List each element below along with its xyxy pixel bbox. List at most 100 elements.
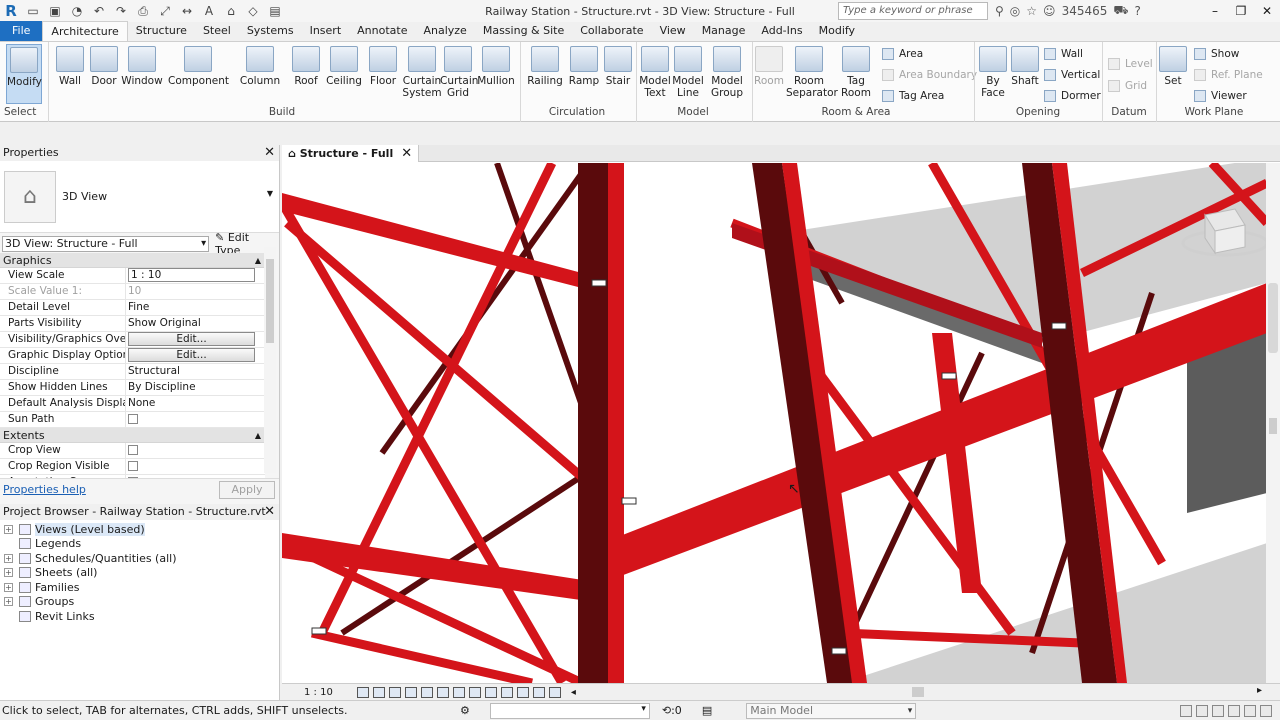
browser-item[interactable]: + Schedules/Quantities (all) — [0, 551, 279, 566]
edit-button[interactable]: Edit... — [128, 348, 255, 362]
property-checkbox[interactable] — [128, 461, 138, 471]
property-checkbox[interactable] — [128, 414, 138, 424]
sync-icon[interactable]: ◔ — [68, 2, 86, 20]
dimension-icon[interactable]: ↔ — [178, 2, 196, 20]
revit-logo-icon[interactable]: R — [0, 0, 22, 22]
render-icon[interactable] — [420, 686, 433, 698]
ceiling-button[interactable]: Ceiling — [324, 44, 364, 87]
property-value[interactable]: 10 — [128, 285, 141, 297]
ramp-button[interactable]: Ramp — [566, 44, 602, 87]
select-underlay-icon[interactable] — [1196, 704, 1208, 717]
search-input[interactable]: Type a keyword or phrase — [838, 2, 988, 20]
tab-architecture[interactable]: Architecture — [42, 21, 128, 41]
expand-icon[interactable]: + — [4, 582, 13, 592]
property-value-input[interactable]: 1 : 10 — [128, 268, 255, 282]
collapse-icon[interactable]: ▲ — [255, 253, 261, 268]
select-by-face-icon[interactable] — [1228, 704, 1240, 717]
close-views-icon[interactable]: ▤ — [266, 2, 284, 20]
show-workplane-button[interactable]: Show — [1194, 48, 1239, 60]
tab-steel[interactable]: Steel — [195, 21, 239, 41]
roof-button[interactable]: Roof — [288, 44, 324, 87]
structure-model-3d[interactable] — [282, 163, 1266, 683]
crop-view-icon[interactable] — [436, 686, 449, 698]
measure-icon[interactable]: ⤢ — [156, 2, 174, 20]
redo-icon[interactable]: ↷ — [112, 2, 130, 20]
mullion-button[interactable]: Mullion — [476, 44, 516, 87]
group-header-extents[interactable]: Extents ▲ — [0, 428, 265, 443]
tag-area-button[interactable]: Tag Area — [882, 90, 944, 102]
view-tab[interactable]: ⌂ Structure - Full ✕ — [282, 144, 420, 162]
chevron-down-icon[interactable]: ▼ — [267, 189, 273, 198]
worksets-icon[interactable]: ⚙ — [460, 704, 470, 717]
open-icon[interactable]: ▭ — [24, 2, 42, 20]
vertical-opening-button[interactable]: Vertical — [1044, 69, 1100, 81]
property-value[interactable]: Structural — [128, 365, 180, 377]
tab-structure[interactable]: Structure — [128, 21, 195, 41]
worksharing-icon[interactable] — [516, 686, 529, 698]
door-button[interactable]: Door — [88, 44, 120, 87]
property-value[interactable]: None — [128, 397, 155, 409]
undo-icon[interactable]: ↶ — [90, 2, 108, 20]
property-value[interactable]: Show Original — [128, 317, 201, 329]
select-links-icon[interactable] — [1180, 704, 1192, 717]
user-icon[interactable]: ☺ — [1043, 4, 1056, 18]
expand-icon[interactable]: + — [4, 524, 13, 534]
collapse-icon[interactable]: ▲ — [255, 428, 261, 443]
highlight-displacement-icon[interactable] — [548, 686, 561, 698]
wall-opening-button[interactable]: Wall — [1044, 48, 1083, 60]
property-value[interactable]: Fine — [128, 301, 149, 313]
analytical-model-icon[interactable] — [532, 686, 545, 698]
tag-room-button[interactable]: Tag Room — [838, 44, 874, 99]
browser-item[interactable]: + Views (Level based) — [0, 522, 279, 537]
component-button[interactable]: Component — [168, 44, 229, 87]
minimize-icon[interactable]: – — [1202, 4, 1228, 18]
area-button[interactable]: Area — [882, 48, 923, 60]
room-button[interactable]: Room — [754, 44, 784, 87]
scrollbar-thumb[interactable] — [1269, 418, 1277, 434]
expand-icon[interactable]: + — [4, 553, 13, 563]
visual-style-icon[interactable] — [372, 686, 385, 698]
scrollbar-thumb[interactable] — [266, 259, 274, 343]
close-icon[interactable]: ✕ — [264, 145, 275, 161]
tab-massing-site[interactable]: Massing & Site — [475, 21, 572, 41]
filter-icon[interactable] — [1260, 704, 1272, 717]
browser-item[interactable]: Revit Links — [0, 609, 279, 624]
curtain-system-button[interactable]: Curtain System — [402, 44, 442, 99]
tab-systems[interactable]: Systems — [239, 21, 302, 41]
select-pinned-icon[interactable] — [1212, 704, 1224, 717]
floor-button[interactable]: Floor — [364, 44, 402, 87]
favorites-icon[interactable]: ☆ — [1026, 4, 1037, 18]
column-button[interactable]: Column — [238, 44, 282, 87]
tab-insert[interactable]: Insert — [302, 21, 350, 41]
properties-scrollbar[interactable] — [264, 247, 276, 473]
model-line-button[interactable]: Model Line — [672, 44, 704, 99]
browser-item[interactable]: + Families — [0, 580, 279, 595]
room-area-panel-label[interactable]: Room & Area — [820, 106, 892, 118]
tab-add-ins[interactable]: Add-Ins — [753, 21, 810, 41]
detail-level-icon[interactable] — [356, 686, 369, 698]
horizontal-scroll-thumb[interactable] — [912, 687, 924, 697]
property-checkbox[interactable] — [128, 477, 138, 478]
stair-button[interactable]: Stair — [602, 44, 634, 87]
by-face-button[interactable]: By Face — [978, 44, 1008, 99]
tab-annotate[interactable]: Annotate — [349, 21, 415, 41]
edit-button[interactable]: Edit... — [128, 332, 255, 346]
instance-selector[interactable]: 3D View: Structure - Full — [2, 236, 210, 252]
tab-collaborate[interactable]: Collaborate — [572, 21, 651, 41]
group-header-graphics[interactable]: Graphics ▲ — [0, 253, 265, 268]
tab-view[interactable]: View — [652, 21, 694, 41]
shaft-button[interactable]: Shaft — [1010, 44, 1040, 87]
close-icon[interactable]: ✕ — [401, 146, 412, 161]
modify-button[interactable]: Modify — [6, 44, 42, 104]
help-icon[interactable]: ? — [1134, 4, 1140, 18]
view-scale[interactable]: 1 : 10 — [304, 687, 333, 698]
crop-region-icon[interactable] — [452, 686, 465, 698]
drag-elements-icon[interactable] — [1244, 704, 1256, 717]
apply-button[interactable]: Apply — [219, 480, 275, 499]
3d-view-icon[interactable]: ⌂ — [222, 2, 240, 20]
curtain-grid-button[interactable]: Curtain Grid — [440, 44, 478, 99]
lock-view-icon[interactable] — [468, 686, 481, 698]
print-icon[interactable]: ⎙ — [134, 2, 152, 20]
property-value[interactable]: By Discipline — [128, 381, 196, 393]
viewcube-icon[interactable] — [1180, 203, 1266, 273]
